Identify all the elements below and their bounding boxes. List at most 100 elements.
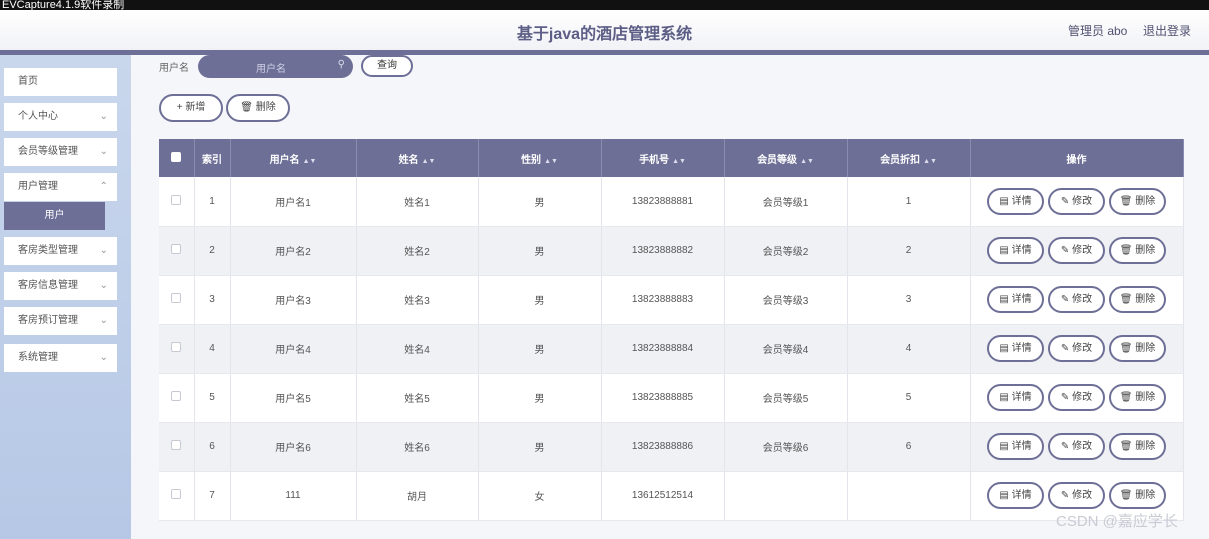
edit-label: 修改 bbox=[1072, 195, 1093, 207]
edit-button[interactable]: ✎ 修改 bbox=[1048, 482, 1105, 509]
edit-button[interactable]: ✎ 修改 bbox=[1048, 433, 1105, 460]
row-select-cell[interactable] bbox=[159, 275, 195, 325]
row-checkbox[interactable] bbox=[171, 293, 182, 303]
detail-label: 详情 bbox=[1011, 245, 1032, 256]
trash-icon: 🗑 bbox=[1119, 490, 1136, 501]
sidebar-item-label: 首页 bbox=[18, 76, 38, 87]
sort-icon[interactable]: ▲▼ bbox=[303, 158, 317, 165]
delete-label: 删除 bbox=[1135, 343, 1156, 354]
select-all-checkbox[interactable] bbox=[171, 151, 182, 162]
row-checkbox[interactable] bbox=[171, 342, 182, 352]
row-select-cell[interactable] bbox=[159, 226, 195, 276]
detail-button[interactable]: ▤ 详情 bbox=[987, 187, 1044, 215]
sidebar-item-room-type[interactable]: 客房类型管理 ⌄ bbox=[4, 237, 117, 265]
col-header-level[interactable]: 会员等级 ▲▼ bbox=[724, 139, 848, 177]
col-header-name[interactable]: 姓名 ▲▼ bbox=[356, 139, 479, 177]
cell-name: 姓名5 bbox=[356, 373, 479, 423]
delete-button[interactable]: 🗑 删除 bbox=[1109, 482, 1166, 509]
edit-label: 修改 bbox=[1072, 245, 1093, 256]
cell-username: 用户名4 bbox=[230, 324, 357, 374]
logout-link[interactable]: 退出登录 bbox=[1143, 22, 1191, 39]
sidebar-item-booking[interactable]: 客房预订管理 ⌄ bbox=[4, 307, 117, 335]
recorder-title-bar: EVCapture4.1.9软件录制 bbox=[0, 0, 1209, 10]
row-checkbox[interactable] bbox=[171, 391, 182, 401]
detail-button[interactable]: ▤ 详情 bbox=[987, 335, 1044, 362]
chevron-down-icon: ⌄ bbox=[99, 245, 108, 256]
sort-icon[interactable]: ▲▼ bbox=[923, 158, 937, 165]
detail-label: 详情 bbox=[1011, 441, 1032, 452]
edit-icon: ✎ bbox=[1060, 441, 1073, 452]
detail-icon: ▤ bbox=[999, 294, 1012, 305]
delete-label: 删除 bbox=[1135, 294, 1156, 305]
chevron-down-icon: ⌄ bbox=[99, 280, 108, 291]
detail-label: 详情 bbox=[1011, 490, 1032, 501]
edit-button[interactable]: ✎ 修改 bbox=[1048, 335, 1105, 362]
sort-icon[interactable]: ▲▼ bbox=[422, 158, 436, 165]
row-checkbox[interactable] bbox=[171, 489, 182, 499]
cell-level: 会员等级4 bbox=[724, 324, 848, 374]
sidebar-item-member-level[interactable]: 会员等级管理 ⌄ bbox=[4, 138, 117, 166]
trash-icon: 🗑 bbox=[1119, 441, 1136, 452]
detail-button[interactable]: ▤ 详情 bbox=[987, 433, 1044, 460]
row-select-cell[interactable] bbox=[159, 373, 195, 423]
row-checkbox[interactable] bbox=[171, 194, 182, 205]
detail-button[interactable]: ▤ 详情 bbox=[987, 482, 1044, 509]
edit-button[interactable]: ✎ 修改 bbox=[1048, 286, 1105, 313]
search-input[interactable]: 用户名 ⚲ bbox=[198, 55, 353, 78]
col-header-username[interactable]: 用户名 ▲▼ bbox=[230, 139, 357, 177]
cell-actions: ▤ 详情 ✎ 修改 🗑 删除 bbox=[970, 373, 1184, 423]
detail-button[interactable]: ▤ 详情 bbox=[987, 237, 1044, 264]
cell-username: 用户名2 bbox=[230, 226, 357, 276]
csdn-watermark: CSDN @嘉应学长 bbox=[1056, 513, 1178, 530]
trash-icon: 🗑 bbox=[1119, 195, 1136, 207]
detail-button[interactable]: ▤ 详情 bbox=[987, 384, 1044, 411]
sidebar-item-home[interactable]: 首页 bbox=[4, 68, 117, 96]
delete-button[interactable]: 🗑 删除 bbox=[1109, 187, 1166, 215]
detail-button[interactable]: ▤ 详情 bbox=[987, 286, 1044, 313]
cell-gender: 男 bbox=[478, 324, 602, 374]
col-header-gender[interactable]: 性别 ▲▼ bbox=[478, 139, 602, 177]
delete-button[interactable]: 🗑 删除 bbox=[1109, 237, 1166, 264]
row-select-cell[interactable] bbox=[159, 422, 195, 472]
cell-name: 姓名4 bbox=[356, 324, 479, 374]
row-select-cell[interactable] bbox=[159, 177, 195, 227]
table-row: 6 用户名6 姓名6 男 13823888886 会员等级6 6 ▤ 详情 ✎ 修改 🗑 删除 bbox=[159, 422, 1184, 472]
edit-label: 修改 bbox=[1072, 490, 1093, 501]
row-select-cell[interactable] bbox=[159, 471, 195, 521]
edit-button[interactable]: ✎ 修改 bbox=[1048, 187, 1105, 215]
row-checkbox[interactable] bbox=[171, 440, 182, 450]
col-header-phone[interactable]: 手机号 ▲▼ bbox=[601, 139, 725, 177]
search-label: 用户名 bbox=[159, 63, 189, 74]
bulk-delete-label: 删除 bbox=[255, 102, 276, 113]
edit-button[interactable]: ✎ 修改 bbox=[1048, 237, 1105, 264]
row-select-cell[interactable] bbox=[159, 324, 195, 374]
table-header-row: 索引 用户名 ▲▼ 姓名 ▲▼ 性别 ▲▼ 手机号 ▲▼ 会员等级 ▲▼ 会员折扣 ▲▼ 操… bbox=[159, 139, 1184, 177]
query-button[interactable]: 查询 bbox=[361, 55, 413, 77]
delete-button[interactable]: 🗑 删除 bbox=[1109, 433, 1166, 460]
select-all-cell[interactable] bbox=[159, 139, 195, 177]
sort-icon[interactable]: ▲▼ bbox=[800, 158, 814, 165]
delete-button[interactable]: 🗑 删除 bbox=[1109, 335, 1166, 362]
col-header-discount[interactable]: 会员折扣 ▲▼ bbox=[847, 139, 971, 177]
detail-icon: ▤ bbox=[999, 343, 1012, 354]
cell-discount: 4 bbox=[847, 324, 971, 374]
cell-phone: 13612512514 bbox=[601, 471, 725, 521]
sidebar-item-users[interactable]: 用户管理 ⌃ bbox=[4, 173, 117, 201]
sidebar-item-room-info[interactable]: 客房信息管理 ⌄ bbox=[4, 272, 117, 300]
edit-button[interactable]: ✎ 修改 bbox=[1048, 384, 1105, 411]
sort-icon[interactable]: ▲▼ bbox=[672, 158, 686, 165]
delete-label: 删除 bbox=[1135, 392, 1156, 403]
add-button[interactable]: + 新增 bbox=[159, 94, 223, 122]
delete-button[interactable]: 🗑 删除 bbox=[1109, 384, 1166, 411]
sidebar-item-label: 用户管理 bbox=[18, 181, 58, 192]
delete-button[interactable]: 🗑 删除 bbox=[1109, 286, 1166, 313]
user-table: 索引 用户名 ▲▼ 姓名 ▲▼ 性别 ▲▼ 手机号 ▲▼ 会员等级 ▲▼ 会员折扣 ▲▼ 操… bbox=[159, 139, 1184, 521]
cell-actions: ▤ 详情 ✎ 修改 🗑 删除 bbox=[970, 422, 1184, 472]
sidebar-item-profile[interactable]: 个人中心 ⌄ bbox=[4, 103, 117, 131]
sidebar-item-system[interactable]: 系统管理 ⌄ bbox=[4, 344, 117, 372]
bulk-delete-button[interactable]: 🗑 删除 bbox=[226, 94, 290, 122]
sort-icon[interactable]: ▲▼ bbox=[544, 158, 558, 165]
sidebar-subitem-user[interactable]: 用户 bbox=[4, 202, 105, 230]
row-checkbox[interactable] bbox=[171, 244, 182, 254]
cell-actions: ▤ 详情 ✎ 修改 🗑 删除 bbox=[970, 275, 1184, 325]
